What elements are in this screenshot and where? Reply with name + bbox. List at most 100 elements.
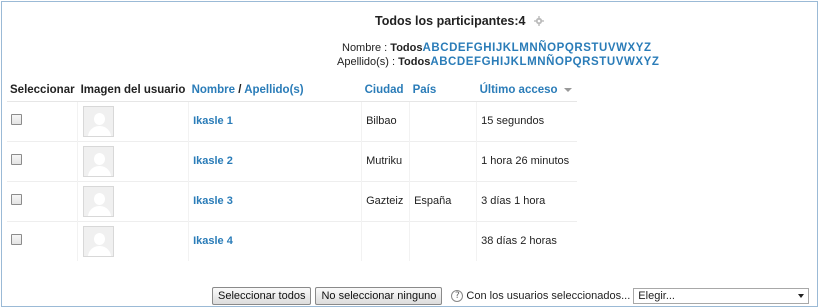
select-all-button[interactable]: Seleccionar todos — [212, 287, 312, 305]
user-last-access: 38 días 2 horas — [476, 220, 577, 261]
lastname-letter-link[interactable]: H — [491, 56, 500, 68]
user-last-access: 3 días 1 hora — [476, 180, 577, 221]
avatar[interactable] — [83, 105, 115, 137]
lastname-letter-link[interactable]: M — [527, 56, 537, 68]
user-city: Bilbao — [361, 100, 410, 141]
firstname-letter-link[interactable]: J — [496, 42, 503, 54]
firstname-letter-link[interactable]: T — [591, 42, 599, 54]
lastname-letter-link[interactable]: P — [564, 56, 572, 68]
lastname-letter-link[interactable]: N — [537, 56, 546, 68]
col-name-sep: / — [235, 83, 245, 96]
lastname-letter-link[interactable]: L — [520, 56, 528, 68]
lastname-letter-link[interactable]: R — [582, 56, 591, 68]
lastname-letter-link[interactable]: K — [511, 56, 520, 68]
lastname-filter-all[interactable]: Todos — [398, 56, 430, 68]
user-country — [409, 140, 477, 181]
col-country[interactable]: País — [409, 79, 477, 102]
lastname-letter-link[interactable]: Y — [644, 56, 652, 68]
user-city: Gazteiz — [361, 180, 410, 221]
firstname-letter-link[interactable]: G — [474, 42, 484, 54]
row-checkbox[interactable] — [11, 114, 22, 125]
participants-table: Seleccionar Imagen del usuario Nombre / … — [7, 79, 577, 261]
firstname-letter-link[interactable]: Q — [565, 42, 575, 54]
firstname-letter-link[interactable]: R — [574, 42, 583, 54]
col-last-access-label[interactable]: Último acceso — [480, 84, 558, 96]
firstname-letter-link[interactable]: D — [449, 42, 458, 54]
firstname-letter-link[interactable]: H — [483, 42, 492, 54]
sort-desc-icon — [563, 87, 572, 92]
row-checkbox[interactable] — [11, 234, 22, 246]
row-avatar-cell — [77, 180, 189, 221]
avatar[interactable] — [83, 225, 115, 257]
firstname-letter-link[interactable]: U — [599, 42, 608, 54]
lastname-letter-link[interactable]: Ñ — [546, 56, 555, 68]
firstname-letter-link[interactable]: V — [608, 42, 616, 54]
lastname-letter-link[interactable]: X — [635, 56, 643, 68]
firstname-letter-link[interactable]: A — [422, 42, 431, 54]
lastname-letter-link[interactable]: Z — [652, 56, 660, 68]
firstname-letter-link[interactable]: W — [616, 42, 627, 54]
lastname-letter-links: ABCDEFGHIJKLMNÑOPQRSTUVWXYZ — [430, 56, 659, 68]
avatar[interactable] — [83, 185, 115, 217]
col-name: Nombre / Apellido(s) — [188, 79, 362, 102]
row-checkbox[interactable] — [11, 154, 22, 165]
col-image: Imagen del usuario — [77, 79, 189, 102]
firstname-letter-link[interactable]: Y — [636, 42, 644, 54]
lastname-letter-link[interactable]: A — [430, 56, 439, 68]
lastname-letter-link[interactable]: G — [482, 56, 492, 68]
firstname-letter-link[interactable]: K — [503, 42, 512, 54]
col-last-access[interactable]: Último acceso — [476, 79, 577, 102]
table-row: Ikasle 1 Bilbao 15 segundos — [7, 100, 577, 141]
select-none-button[interactable]: No seleccionar ninguno — [315, 287, 443, 305]
firstname-letter-link[interactable]: P — [557, 42, 565, 54]
sort-firstname-link[interactable]: Nombre — [192, 84, 235, 96]
lastname-letter-link[interactable]: V — [616, 56, 624, 68]
row-select-cell — [7, 140, 78, 181]
firstname-letter-link[interactable]: E — [458, 42, 466, 54]
firstname-letter-link[interactable]: M — [519, 42, 529, 54]
lastname-letter-link[interactable]: U — [607, 56, 616, 68]
firstname-filter-all[interactable]: Todos — [390, 42, 422, 54]
participant-count: 4 — [518, 14, 526, 28]
lastname-letter-link[interactable]: W — [624, 56, 635, 68]
user-name-link[interactable]: Ikasle 2 — [188, 140, 362, 181]
lastname-letter-link[interactable]: F — [474, 56, 482, 68]
firstname-letter-link[interactable]: N — [529, 42, 538, 54]
chevron-down-icon — [798, 294, 805, 298]
firstname-letter-link[interactable]: Ñ — [538, 42, 547, 54]
gear-icon[interactable] — [533, 16, 544, 26]
lastname-letter-link[interactable]: D — [457, 56, 466, 68]
row-select-cell — [7, 220, 78, 261]
lastname-letter-link[interactable]: C — [448, 56, 457, 68]
title-text: Todos los participantes: — [375, 14, 519, 28]
lastname-letter-link[interactable]: J — [504, 56, 511, 68]
firstname-letter-link[interactable]: F — [466, 42, 474, 54]
firstname-letter-link[interactable]: O — [547, 42, 557, 54]
firstname-letter-link[interactable]: C — [440, 42, 449, 54]
lastname-filter: Apellido(s) : TodosABCDEFGHIJKLMNÑOPQRST… — [337, 56, 757, 68]
table-row: Ikasle 3 Gazteiz España 3 días 1 hora — [7, 180, 577, 221]
lastname-letter-link[interactable]: T — [599, 56, 607, 68]
sort-lastname-link[interactable]: Apellido(s) — [244, 84, 303, 96]
user-name-link[interactable]: Ikasle 4 — [188, 220, 362, 261]
lastname-letter-link[interactable]: E — [466, 56, 474, 68]
user-last-access: 1 hora 26 minutos — [476, 140, 577, 181]
firstname-filter: Nombre : TodosABCDEFGHIJKLMNÑOPQRSTUVWXY… — [342, 42, 762, 54]
table-header: Seleccionar Imagen del usuario Nombre / … — [7, 79, 577, 102]
col-select: Seleccionar — [7, 79, 78, 102]
row-checkbox[interactable] — [11, 194, 22, 205]
lastname-letter-link[interactable]: O — [555, 56, 565, 68]
avatar[interactable] — [83, 145, 115, 177]
table-row: Ikasle 4 38 días 2 horas — [7, 220, 577, 261]
firstname-letter-link[interactable]: Z — [644, 42, 652, 54]
lastname-letter-link[interactable]: Q — [573, 56, 583, 68]
user-name-link[interactable]: Ikasle 1 — [188, 100, 362, 141]
firstname-letter-link[interactable]: B — [431, 42, 440, 54]
user-name-link[interactable]: Ikasle 3 — [188, 180, 362, 221]
col-city[interactable]: Ciudad — [361, 79, 410, 102]
firstname-letter-link[interactable]: X — [628, 42, 636, 54]
bulk-action-select[interactable]: Elegir... — [633, 288, 810, 304]
lastname-letter-link[interactable]: B — [439, 56, 448, 68]
help-icon[interactable]: ? — [451, 290, 464, 302]
firstname-letter-links: ABCDEFGHIJKLMNÑOPQRSTUVWXYZ — [422, 42, 651, 54]
